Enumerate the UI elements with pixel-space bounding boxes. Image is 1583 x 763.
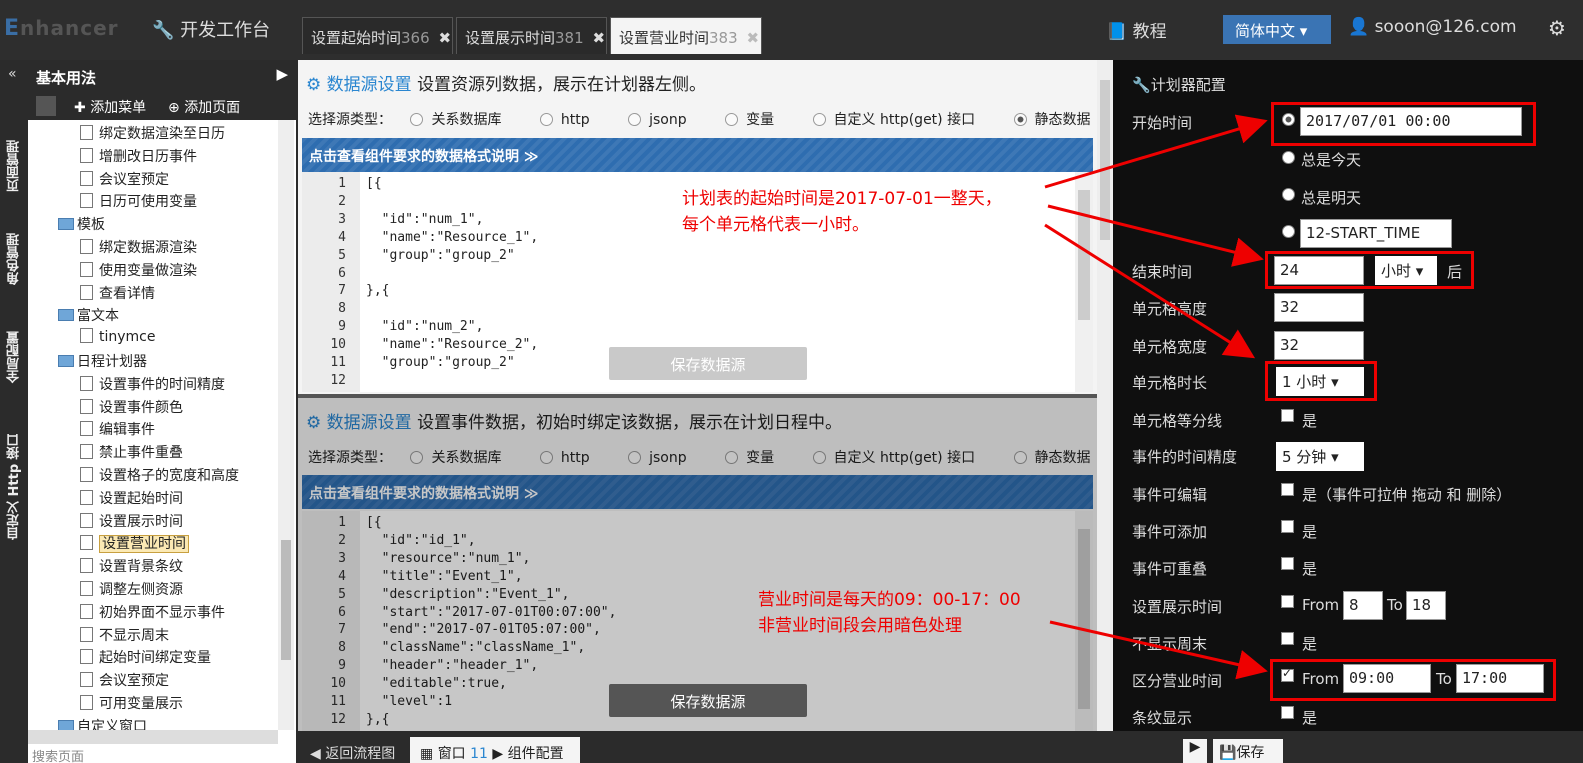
bottom-bar: ◀ 返回流程图 ▦ 窗口 11 ▶ 组件配置 ▶ 💾保存 bbox=[298, 731, 1583, 763]
component-config-tab[interactable]: ▦ 窗口 11 ▶ 组件配置 bbox=[410, 737, 580, 763]
arrow-icon bbox=[1049, 620, 1268, 680]
arrow-icon bbox=[1044, 114, 1268, 189]
back-to-flow-button[interactable]: ◀ 返回流程图 bbox=[310, 743, 395, 763]
arrow-icon bbox=[1044, 223, 1256, 359]
annotation-arrows bbox=[1044, 114, 1268, 680]
save-button[interactable]: 💾保存 bbox=[1213, 739, 1283, 763]
arrow-icon bbox=[1047, 204, 1264, 267]
play-icon[interactable]: ▶ bbox=[1183, 739, 1207, 763]
